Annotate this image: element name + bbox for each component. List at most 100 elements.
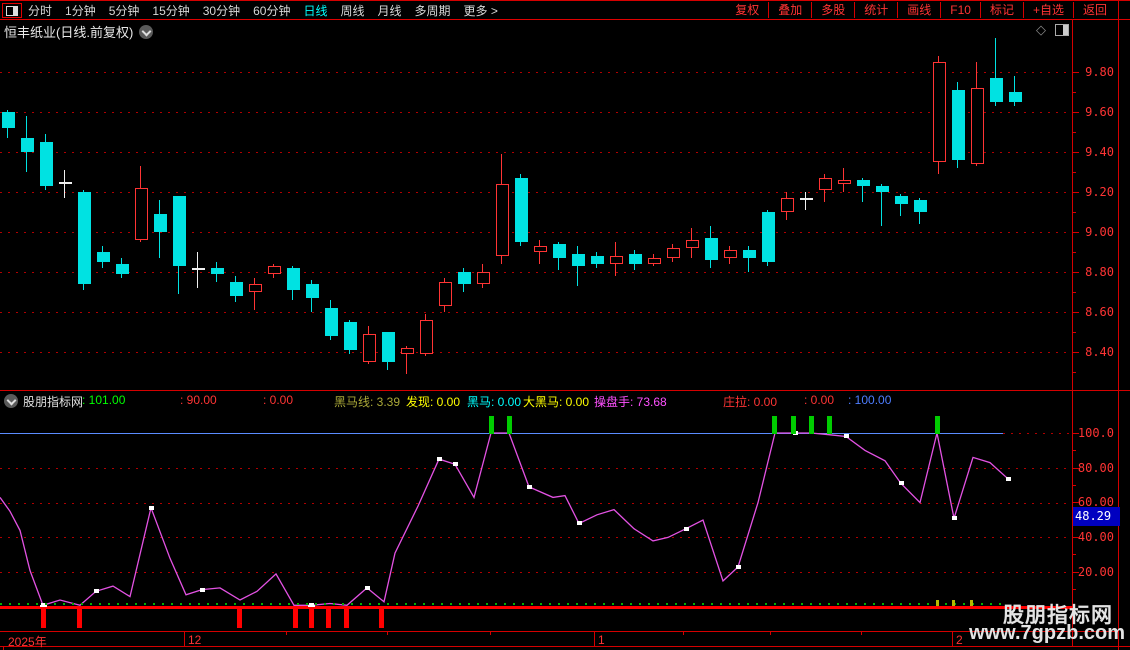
top-signal-bar: [809, 416, 814, 434]
indicator-collapse-icon[interactable]: [4, 394, 18, 408]
period-tab-1分钟[interactable]: 1分钟: [65, 2, 96, 19]
tool-F10[interactable]: F10: [940, 2, 980, 18]
period-tab-60分钟[interactable]: 60分钟: [253, 2, 290, 19]
line-marker: [684, 527, 689, 531]
app-window: 分时 1分钟 5分钟 15分钟 30分钟 60分钟 日线 周线 月线 多周期 更多 > 复权 叠加 多股…: [0, 0, 1130, 650]
bottom-signal-bar: [293, 609, 298, 628]
period-tab-更多 >[interactable]: 更多 >: [464, 2, 498, 19]
axis-tick: [1072, 502, 1079, 503]
price-label: 8.80: [1085, 265, 1114, 279]
bottom-signal-bar: [344, 609, 349, 628]
diamond-icon[interactable]: ◇: [1036, 22, 1046, 38]
tool-画线[interactable]: 画线: [897, 2, 940, 18]
candle-down: [743, 250, 756, 258]
price-axis-line: [1072, 19, 1073, 647]
chevron-down-icon[interactable]: [139, 24, 154, 39]
period-tab-日线[interactable]: 日线: [303, 2, 327, 19]
price-gridline: [0, 112, 1072, 113]
candle-down: [952, 90, 965, 160]
period-tab-15分钟[interactable]: 15分钟: [152, 2, 189, 19]
split-window-icon[interactable]: [1055, 24, 1069, 36]
indicator-name[interactable]: 股朋指标网: [23, 393, 83, 410]
candle-doji: [59, 182, 72, 184]
candle-down: [458, 272, 471, 284]
candle-wick: [254, 278, 255, 310]
axis-tick: [1072, 272, 1079, 273]
tool-复权[interactable]: 复权: [726, 2, 768, 18]
line-marker: [1006, 477, 1011, 481]
price-label: 9.80: [1085, 65, 1114, 79]
candle-up: [249, 284, 262, 292]
candle-doji: [192, 268, 205, 270]
candle-up: [838, 180, 851, 184]
axis-tick: [1072, 192, 1079, 193]
candle-wick: [539, 240, 540, 264]
candle-down: [97, 252, 110, 262]
indicator-value-1: : 90.00: [180, 393, 217, 407]
time-separator: [952, 631, 953, 647]
tool-标记[interactable]: 标记: [979, 2, 1023, 18]
tool-+自选[interactable]: +自选: [1022, 2, 1073, 18]
period-tabs: 分时 1分钟 5分钟 15分钟 30分钟 60分钟 日线 周线 月线 多周期 更多 >: [28, 1, 498, 19]
period-tab-多周期[interactable]: 多周期: [415, 2, 451, 19]
candle-down: [857, 180, 870, 186]
period-tab-30分钟[interactable]: 30分钟: [203, 2, 240, 19]
tool-menu: 复权 叠加 多股 统计 画线 F10 标记 +自选 返回: [726, 1, 1116, 19]
time-label-12: 12: [188, 633, 202, 647]
axis-minor-tick: [1072, 92, 1076, 93]
indicator-value-10: : 100.00: [848, 393, 892, 407]
price-label: 9.60: [1085, 105, 1114, 119]
bottom-signal-bar: [326, 609, 331, 628]
axis-tick: [1072, 433, 1079, 434]
price-gridline: [0, 232, 1072, 233]
price-gridline: [0, 152, 1072, 153]
candle-down: [990, 78, 1003, 102]
period-tab-分时[interactable]: 分时: [28, 2, 52, 19]
candle-up: [781, 198, 794, 212]
candle-up: [667, 248, 680, 258]
indicator-axis-label: 100.0: [1077, 426, 1114, 440]
line-marker: [365, 586, 370, 590]
price-gridline: [0, 192, 1072, 193]
tool-叠加[interactable]: 叠加: [768, 2, 811, 18]
indicator-value-0: : 101.00: [82, 393, 126, 407]
candle-doji: [800, 198, 813, 200]
period-tab-5分钟[interactable]: 5分钟: [109, 2, 140, 19]
price-gridline: [0, 272, 1072, 273]
candle-down: [629, 254, 642, 264]
zero-dotted-green: [0, 603, 1008, 605]
line-marker: [453, 462, 458, 466]
axis-highlight-value: 48.29: [1073, 507, 1120, 526]
axis-tick: [1072, 232, 1079, 233]
indicator-value-9: : 0.00: [804, 393, 835, 407]
candle-wick: [805, 192, 806, 210]
indicator-value-4: 发现: 0.00: [406, 395, 461, 409]
candle-wick: [197, 252, 198, 288]
period-tab-月线[interactable]: 月线: [378, 2, 402, 19]
tool-多股[interactable]: 多股: [811, 2, 854, 18]
axis-minor-tick: [1072, 554, 1076, 555]
window-layout-button[interactable]: [2, 3, 22, 18]
indicator-value-8: 庄拉: 0.00: [723, 395, 778, 409]
line-marker: [736, 565, 741, 569]
bottom-signal-bar: [41, 609, 46, 628]
tool-返回[interactable]: 返回: [1072, 2, 1116, 18]
candle-up: [534, 246, 547, 252]
candle-up: [268, 266, 281, 274]
line-marker: [577, 521, 582, 525]
period-tab-周线[interactable]: 周线: [340, 2, 364, 19]
candle-down: [2, 112, 15, 128]
tool-统计[interactable]: 统计: [854, 2, 897, 18]
axis-tick: [1072, 312, 1079, 313]
indicator-line-svg: [0, 432, 1009, 607]
bottom-signal-bar: [309, 609, 314, 628]
right-sidebar-strip[interactable]: [1119, 0, 1130, 650]
candle-down: [762, 212, 775, 262]
time-label-1: 1: [598, 633, 605, 647]
candle-up: [439, 282, 452, 306]
indicator-value-5: 黑马: 0.00: [467, 395, 522, 409]
candle-down: [876, 186, 889, 192]
axis-minor-tick: [1072, 485, 1076, 486]
time-tick: [770, 631, 771, 635]
time-tick: [490, 631, 491, 635]
